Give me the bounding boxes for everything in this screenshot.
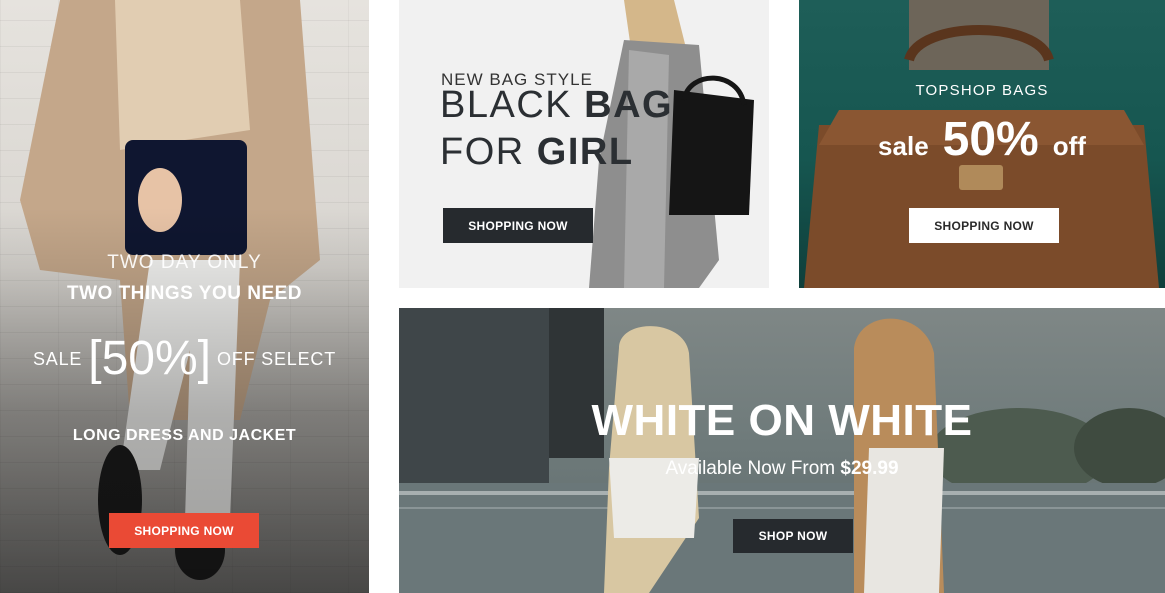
discount-percent: [50%] (88, 332, 211, 385)
shopping-now-button[interactable]: SHOPPING NOW (443, 208, 593, 243)
banner-headline-line2: FOR GIRL (440, 133, 634, 171)
banner-subheadline: Available Now From $29.99 (399, 458, 1165, 480)
banner-headline: TWO THINGS YOU NEED (66, 283, 303, 304)
sale-line: sale 50% off (799, 112, 1165, 167)
white-on-white-banner[interactable]: WHITE ON WHITE Available Now From $29.99… (399, 308, 1165, 593)
off-select-label: OFF SELECT (216, 348, 336, 369)
two-day-sale-banner[interactable]: TWO DAY ONLY TWO THINGS YOU NEED SALE [5… (0, 0, 369, 593)
sale-label: sale (878, 131, 929, 161)
price-label: $29.99 (840, 458, 899, 479)
shopping-now-button[interactable]: SHOPPING NOW (109, 513, 259, 548)
banner-headline-line1: BLACK BAG (440, 86, 673, 124)
topshop-bags-banner[interactable]: TOPSHOP BAGS sale 50% off SHOPPING NOW (799, 0, 1165, 288)
shopping-now-button[interactable]: SHOPPING NOW (909, 208, 1059, 243)
discount-percent: 50% (942, 113, 1039, 166)
shop-now-button[interactable]: SHOP NOW (733, 519, 853, 553)
headline-bold: BAG (584, 84, 674, 126)
sale-label: SALE (33, 348, 83, 369)
headline-light: BLACK (440, 84, 585, 126)
banner-eyebrow: TWO DAY ONLY (107, 252, 262, 273)
headline-light: FOR (440, 131, 537, 173)
black-bag-banner[interactable]: NEW BAG STYLE BLACK BAG FOR GIRL SHOPPIN… (399, 0, 769, 288)
banner-headline: WHITE ON WHITE (591, 396, 973, 445)
banner-subheadline: LONG DRESS AND JACKET (72, 427, 297, 444)
banner-eyebrow: TOPSHOP BAGS (915, 82, 1049, 99)
headline-bold: GIRL (536, 131, 634, 173)
off-label: off (1052, 131, 1086, 161)
availability-text: Available Now From (665, 458, 841, 479)
sale-line: SALE [50%] OFF SELECT (0, 335, 369, 383)
